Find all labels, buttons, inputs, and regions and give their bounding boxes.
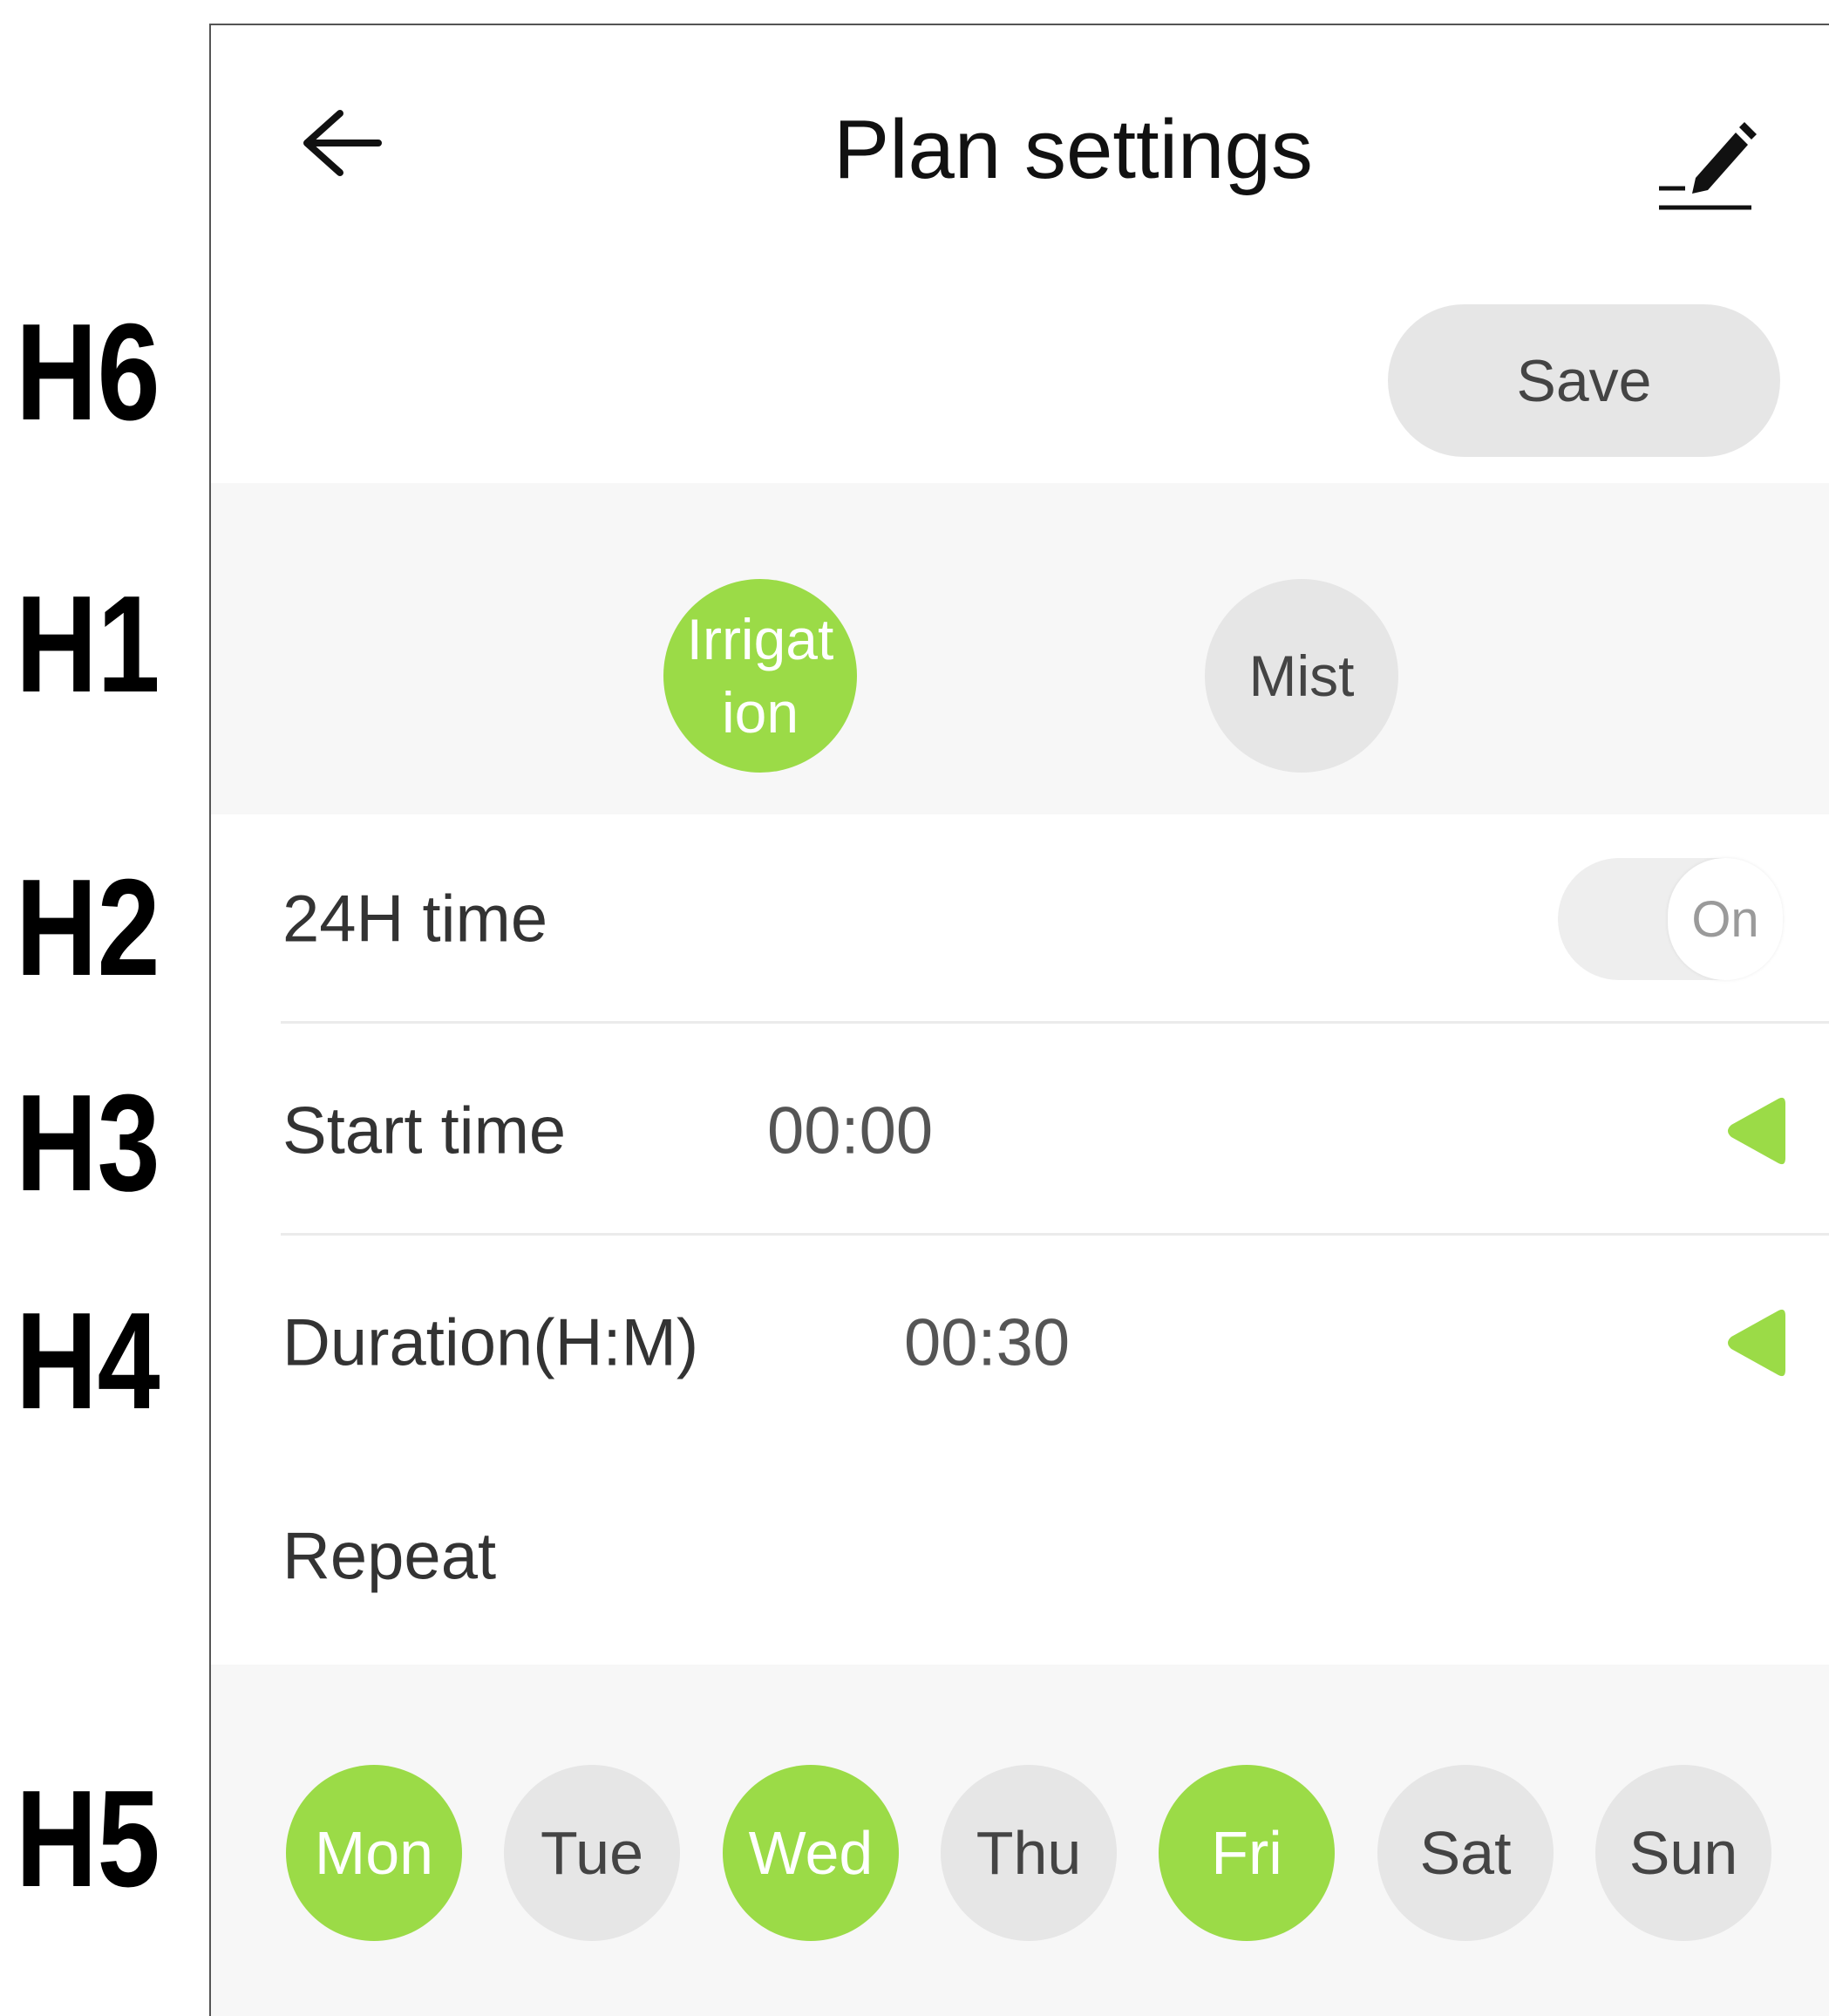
day-thu-button[interactable]: Thu xyxy=(941,1765,1117,1941)
phone-screen: Plan settings Save Irrigation Mist 24H t… xyxy=(209,24,1829,2016)
repeat-row: Repeat xyxy=(211,1452,1829,1661)
edit-button[interactable] xyxy=(1654,108,1758,213)
start-time-value: 00:00 xyxy=(767,1093,934,1168)
mode-mist-button[interactable]: Mist xyxy=(1205,579,1398,773)
pencil-icon xyxy=(1659,122,1757,210)
repeat-label: Repeat xyxy=(282,1519,497,1594)
page-title: Plan settings xyxy=(833,103,1313,196)
day-mon-button[interactable]: Mon xyxy=(286,1765,462,1941)
time-format-label: 24H time xyxy=(282,882,548,957)
day-tue-button[interactable]: Tue xyxy=(504,1765,680,1941)
start-time-label: Start time xyxy=(282,1093,567,1168)
day-sat-button[interactable]: Sat xyxy=(1377,1765,1554,1941)
triangle-left-icon[interactable] xyxy=(1724,1093,1787,1168)
row-divider xyxy=(281,1021,1829,1024)
callout-h6: H6 xyxy=(16,296,160,449)
callout-h1: H1 xyxy=(16,568,160,721)
callout-h3: H3 xyxy=(16,1066,160,1220)
top-bar: Plan settings xyxy=(211,25,1829,287)
save-button[interactable]: Save xyxy=(1388,304,1780,457)
duration-row[interactable]: Duration(H:M) 00:30 xyxy=(211,1238,1829,1447)
day-sun-button[interactable]: Sun xyxy=(1595,1765,1771,1941)
mode-irrigation-button[interactable]: Irrigation xyxy=(663,579,857,773)
start-time-row[interactable]: Start time 00:00 xyxy=(211,1026,1829,1236)
time-format-row: 24H time On xyxy=(211,814,1829,1024)
callout-h4: H4 xyxy=(16,1284,160,1438)
duration-label: Duration(H:M) xyxy=(282,1305,699,1380)
day-fri-button[interactable]: Fri xyxy=(1159,1765,1335,1941)
triangle-left-icon[interactable] xyxy=(1724,1305,1787,1380)
row-divider xyxy=(281,1233,1829,1236)
day-wed-button[interactable]: Wed xyxy=(723,1765,899,1941)
callout-h5: H5 xyxy=(16,1762,160,1916)
duration-value: 00:30 xyxy=(904,1305,1071,1380)
repeat-days: Mon Tue Wed Thu Fri Sat Sun xyxy=(211,1665,1829,2016)
mode-selector: Irrigation Mist xyxy=(211,483,1829,814)
callout-h2: H2 xyxy=(16,851,160,1005)
time-format-toggle[interactable]: On xyxy=(1558,858,1783,980)
toggle-knob: On xyxy=(1668,858,1783,980)
